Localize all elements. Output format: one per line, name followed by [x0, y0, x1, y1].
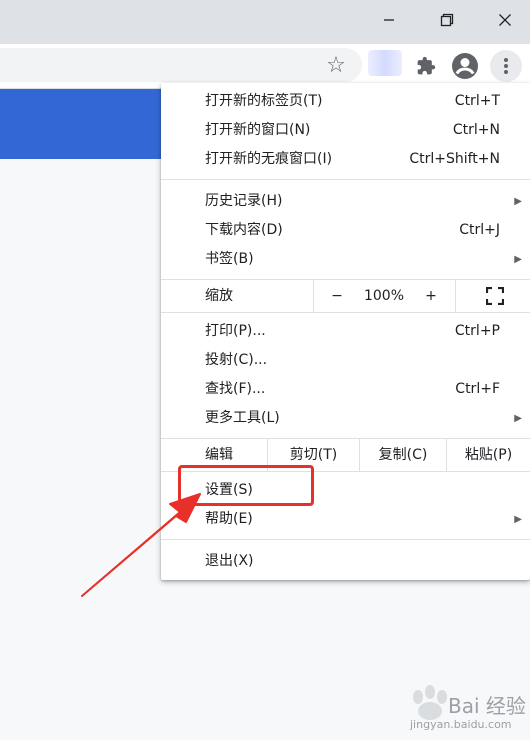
- watermark-text: Bai 经验: [448, 694, 526, 718]
- watermark-url: jingyan.baidu.com: [410, 718, 512, 731]
- annotation-arrow: [81, 493, 201, 597]
